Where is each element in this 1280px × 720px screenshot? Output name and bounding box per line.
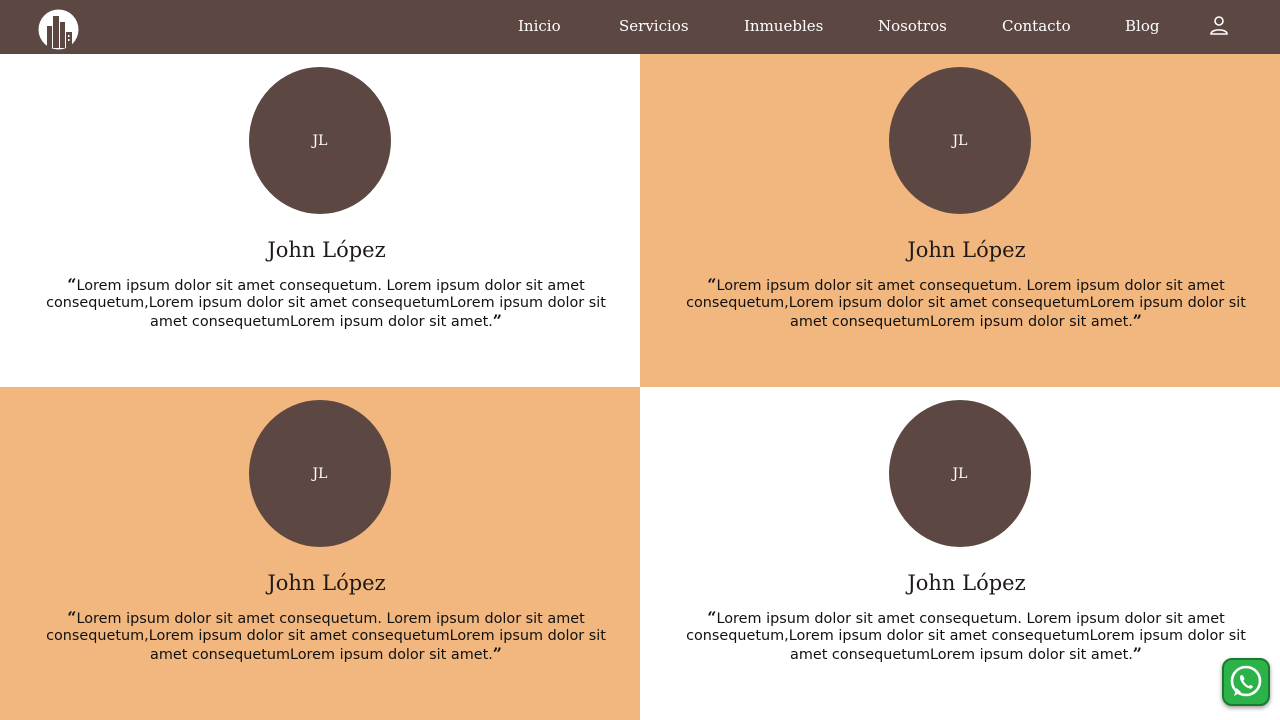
testimonial-quote: “Lorem ipsum dolor sit amet consequetum.… bbox=[686, 276, 1246, 331]
avatar: JL bbox=[889, 400, 1031, 547]
avatar-initials: JL bbox=[312, 132, 328, 149]
avatar-initials: JL bbox=[952, 465, 968, 482]
close-quote-mark: ” bbox=[1132, 644, 1142, 663]
nav-servicios[interactable]: Servicios bbox=[619, 17, 689, 35]
testimonial-text: Lorem ipsum dolor sit amet consequetum. … bbox=[686, 278, 1246, 330]
testimonial-card: JL John López “Lorem ipsum dolor sit ame… bbox=[0, 54, 640, 387]
nav-contacto[interactable]: Contacto bbox=[1002, 17, 1071, 35]
testimonial-name: John López bbox=[907, 571, 1026, 595]
avatar: JL bbox=[249, 400, 391, 547]
testimonial-text: Lorem ipsum dolor sit amet consequetum. … bbox=[46, 278, 606, 330]
testimonial-quote: “Lorem ipsum dolor sit amet consequetum.… bbox=[46, 609, 606, 664]
user-icon[interactable] bbox=[1209, 15, 1229, 35]
testimonial-text: Lorem ipsum dolor sit amet consequetum. … bbox=[46, 611, 606, 663]
testimonial-card: JL John López “Lorem ipsum dolor sit ame… bbox=[640, 387, 1280, 720]
top-navbar: Inicio Servicios Inmuebles Nosotros Cont… bbox=[0, 0, 1280, 54]
testimonial-card: JL John López “Lorem ipsum dolor sit ame… bbox=[640, 54, 1280, 387]
testimonial-text: Lorem ipsum dolor sit amet consequetum. … bbox=[686, 611, 1246, 663]
testimonial-name: John López bbox=[267, 571, 386, 595]
testimonials-grid: JL John López “Lorem ipsum dolor sit ame… bbox=[0, 54, 1280, 720]
testimonial-quote: “Lorem ipsum dolor sit amet consequetum.… bbox=[686, 609, 1246, 664]
testimonial-name: John López bbox=[907, 238, 1026, 262]
avatar-initials: JL bbox=[312, 465, 328, 482]
nav-nosotros[interactable]: Nosotros bbox=[878, 17, 947, 35]
nav-inicio[interactable]: Inicio bbox=[518, 17, 561, 35]
avatar: JL bbox=[889, 67, 1031, 214]
whatsapp-button[interactable] bbox=[1222, 658, 1270, 706]
testimonial-name: John López bbox=[267, 238, 386, 262]
testimonial-quote: “Lorem ipsum dolor sit amet consequetum.… bbox=[46, 276, 606, 331]
nav-inmuebles[interactable]: Inmuebles bbox=[744, 17, 823, 35]
building-logo-icon[interactable] bbox=[37, 8, 80, 51]
avatar-initials: JL bbox=[952, 132, 968, 149]
avatar: JL bbox=[249, 67, 391, 214]
nav-blog[interactable]: Blog bbox=[1125, 17, 1159, 35]
close-quote-mark: ” bbox=[1132, 311, 1142, 330]
close-quote-mark: ” bbox=[492, 644, 502, 663]
whatsapp-icon bbox=[1230, 665, 1262, 697]
testimonial-card: JL John López “Lorem ipsum dolor sit ame… bbox=[0, 387, 640, 720]
close-quote-mark: ” bbox=[492, 311, 502, 330]
